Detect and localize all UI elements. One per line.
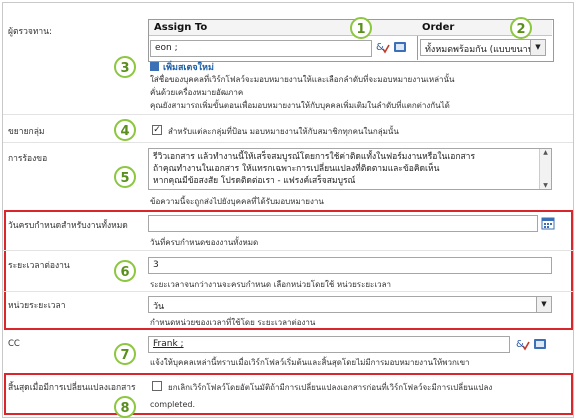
cc-input[interactable]: Frank ; [148, 336, 510, 353]
duration-hint: ระยะเวลาจนกว่างานจะครบกำหนด เลือกหน่วยโด… [150, 280, 391, 289]
cc-label: CC [8, 339, 20, 349]
end-on-change-label: สิ้นสุดเมื่อมีการเปลี่ยนแปลงเอกสาร [8, 383, 136, 393]
order-header: Order [422, 22, 455, 33]
duration-unit-value: วัน [153, 302, 165, 312]
divider [3, 114, 573, 115]
request-line-3: หากคุณมีข้อสงสัย โปรดติดต่อเรา - แฟรงค์เ… [153, 176, 356, 186]
request-line-2: ถ้าคุณทำงานในเอกสาร ให้แทรกเฉพาะการเปลี่… [153, 164, 440, 174]
scroll-down-icon[interactable]: ▼ [540, 182, 551, 189]
assign-hint-1: ใส่ชื่อของบุคคลที่เวิร์กโฟลว์จะมอบหมายงา… [150, 75, 455, 84]
order-select[interactable]: ทั้งหมดพร้อมกัน (แบบขนาน) ▼ [420, 39, 546, 56]
expand-groups-text: สำหรับแต่ละกลุ่มที่ป้อน มอบหมายงานให้กับ… [168, 127, 399, 136]
check-names-icon[interactable]: & [376, 40, 390, 54]
divider [3, 250, 573, 251]
due-date-hint: วันที่ครบกำหนดของงานทั้งหมด [150, 238, 259, 247]
callout-4: 4 [114, 119, 136, 141]
dropdown-arrow-icon: ▼ [536, 297, 551, 312]
divider [3, 142, 573, 143]
assign-to-header: Assign To [154, 22, 208, 33]
add-stage-icon[interactable] [150, 62, 159, 71]
duration-label: ระยะเวลาต่องาน [8, 261, 70, 271]
due-date-input[interactable] [148, 215, 538, 232]
callout-8: 8 [114, 396, 136, 418]
request-label: การร้องขอ [8, 154, 48, 164]
end-on-change-text-2: completed. [150, 400, 195, 409]
svg-text:&: & [376, 42, 384, 53]
callout-7: 7 [114, 343, 136, 365]
request-line-1: รีวิวเอกสาร แล้วทำงานนี้ให้เสร็จสมบูรณ์โ… [153, 152, 476, 162]
duration-unit-hint: กำหนดหน่วยของเวลาที่ใช้โดย ระยะเวลาต่องา… [150, 318, 316, 327]
svg-text:&: & [516, 339, 524, 350]
check-names-icon[interactable]: & [516, 337, 530, 351]
cc-hint: แจ้งให้บุคคลเหล่านี้ทราบเมื่อเวิร์กโฟลว์… [150, 358, 470, 367]
address-book-icon[interactable] [393, 40, 407, 54]
due-date-label: วันครบกำหนดสำหรับงานทั้งหมด [8, 221, 128, 231]
duration-unit-select[interactable]: วัน ▼ [148, 296, 552, 313]
end-on-change-text: ยกเลิกเวิร์กโฟลว์โดยอัตโนมัติถ้ามีการเปล… [168, 383, 493, 392]
cc-value: Frank ; [153, 339, 184, 349]
request-textarea[interactable]: รีวิวเอกสาร แล้วทำงานนี้ให้เสร็จสมบูรณ์โ… [148, 148, 552, 190]
expand-groups-label: ขยายกลุ่ม [8, 127, 45, 137]
expand-groups-checkbox[interactable]: ✓ [152, 125, 162, 135]
callout-3: 3 [114, 56, 136, 78]
order-select-value: ทั้งหมดพร้อมกัน (แบบขนาน) [425, 45, 538, 55]
callout-5: 5 [114, 166, 136, 188]
scroll-up-icon[interactable]: ▲ [540, 149, 551, 156]
duration-unit-label: หน่วยระยะเวลา [8, 301, 66, 311]
add-stage-link[interactable]: เพิ่มสเตจใหม่ [163, 60, 214, 74]
callout-6: 6 [114, 260, 136, 282]
assign-hint-3: คุณยังสามารถเพิ่มขั้นตอนเพื่อมอบหมายงานใ… [150, 101, 450, 110]
callout-2: 2 [510, 17, 532, 39]
end-on-change-checkbox[interactable] [152, 381, 162, 391]
address-book-icon[interactable] [533, 337, 547, 351]
request-hint: ข้อความนี้จะถูกส่งไปยังบุคคลที่ได้รับมอบ… [150, 197, 324, 206]
request-scrollbar[interactable]: ▲ ▼ [539, 149, 551, 189]
calendar-icon[interactable] [541, 216, 555, 230]
duration-input[interactable]: 3 [148, 257, 552, 274]
assignee-input[interactable]: eon ; [150, 40, 372, 57]
divider [3, 291, 573, 292]
dropdown-arrow-icon: ▼ [530, 40, 545, 55]
participants-label: ผู้ตรวจทาน: [8, 27, 52, 37]
callout-1: 1 [350, 17, 372, 39]
assign-hint-2: คั่นด้วยเครื่องหมายอัฒภาค [150, 88, 244, 97]
